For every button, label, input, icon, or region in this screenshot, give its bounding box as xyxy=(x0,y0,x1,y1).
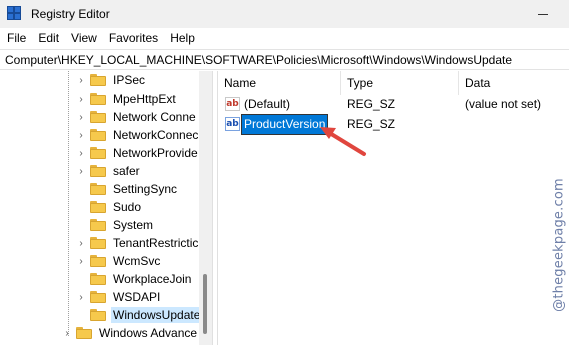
tree-item-network-conne[interactable]: › Network Conne xyxy=(76,108,198,126)
tree-item-networkconnec[interactable]: › NetworkConnec xyxy=(76,126,200,144)
folder-icon xyxy=(90,237,106,249)
folder-icon xyxy=(90,309,106,321)
expand-chevron-icon[interactable]: › xyxy=(76,144,86,162)
tree-item-settingsync[interactable]: SettingSync xyxy=(76,180,179,198)
annotation-arrow-icon xyxy=(320,127,366,156)
tree-item-label: SettingSync xyxy=(113,182,178,196)
tree-item-label: NetworkProvide xyxy=(113,146,198,160)
ab-string-icon: ab xyxy=(225,97,240,111)
tree-item-workplacejoin[interactable]: WorkplaceJoin xyxy=(76,270,193,288)
expand-chevron-icon[interactable]: › xyxy=(76,90,86,108)
tree-item-label: IPSec xyxy=(113,73,146,87)
values-list: Name Type Data ab (Default) REG_SZ (valu… xyxy=(218,71,569,345)
tree-item-windows-advance[interactable]: › Windows Advance xyxy=(62,324,199,342)
watermark-text: @thegeekpage.com xyxy=(551,178,567,312)
tree-guide-line xyxy=(68,71,69,336)
folder-icon xyxy=(90,273,106,285)
tree-item-label: NetworkConnec xyxy=(113,128,199,142)
address-bar[interactable]: Computer\HKEY_LOCAL_MACHINE\SOFTWARE\Pol… xyxy=(0,49,569,70)
scrollbar-thumb[interactable] xyxy=(203,274,207,334)
folder-icon xyxy=(90,147,106,159)
tree-item-label: WindowsUpdate xyxy=(111,307,203,323)
column-header-data[interactable]: Data xyxy=(459,71,569,95)
folder-icon xyxy=(90,255,106,267)
menu-view[interactable]: View xyxy=(65,28,103,49)
expand-chevron-icon[interactable]: › xyxy=(76,288,86,306)
registry-editor-icon xyxy=(7,6,23,22)
tree-item-system[interactable]: System xyxy=(76,216,155,234)
ab-string-icon: ab xyxy=(225,117,240,131)
folder-icon xyxy=(90,129,106,141)
value-row-default[interactable]: ab (Default) REG_SZ (value not set) xyxy=(218,95,569,114)
tree-item-label: WcmSvc xyxy=(113,254,161,268)
tree-item-label: Windows Advance xyxy=(99,326,198,340)
expand-chevron-icon[interactable]: › xyxy=(62,324,72,342)
title-bar: Registry Editor xyxy=(0,0,569,28)
menu-favorites[interactable]: Favorites xyxy=(103,28,164,49)
key-tree: › IPSec › MpeHttpExt › Network Conne › N… xyxy=(0,71,212,345)
watermark: @thegeekpage.com xyxy=(551,150,567,340)
tree-item-wcmsvc[interactable]: › WcmSvc xyxy=(76,252,162,270)
expand-chevron-icon[interactable]: › xyxy=(76,234,86,252)
expand-chevron-icon[interactable]: › xyxy=(76,252,86,270)
folder-icon xyxy=(90,183,106,195)
expand-chevron-icon[interactable]: › xyxy=(76,126,86,144)
tree-item-safer[interactable]: › safer xyxy=(76,162,142,180)
tree-item-label: WorkplaceJoin xyxy=(113,272,192,286)
menu-file[interactable]: File xyxy=(0,28,32,49)
tree-item-label: safer xyxy=(113,164,140,178)
expand-chevron-icon[interactable]: › xyxy=(76,162,86,180)
menu-edit[interactable]: Edit xyxy=(32,28,65,49)
expander-placeholder xyxy=(76,180,86,198)
tree-item-windowsupdate[interactable]: WindowsUpdate xyxy=(76,306,203,324)
tree-item-tenantrestrictic[interactable]: › TenantRestrictic xyxy=(76,234,200,252)
expander-placeholder xyxy=(76,216,86,234)
address-path: Computer\HKEY_LOCAL_MACHINE\SOFTWARE\Pol… xyxy=(5,52,513,67)
minimize-button[interactable] xyxy=(531,6,555,22)
folder-icon xyxy=(90,165,106,177)
value-row-productversion[interactable]: ab ProductVersion REG_SZ xyxy=(218,114,569,135)
folder-icon xyxy=(90,291,106,303)
value-data: (value not set) xyxy=(465,97,542,111)
folder-icon xyxy=(90,74,106,86)
tree-item-wsdapi[interactable]: › WSDAPI xyxy=(76,288,162,306)
tree-item-label: MpeHttpExt xyxy=(113,92,176,106)
tree-item-label: Sudo xyxy=(113,200,142,214)
tree-item-label: TenantRestrictic xyxy=(113,236,199,250)
expander-placeholder xyxy=(76,306,86,324)
tree-item-label: Network Conne xyxy=(113,110,196,124)
folder-icon xyxy=(76,327,92,339)
menu-help[interactable]: Help xyxy=(164,28,201,49)
folder-icon xyxy=(90,219,106,231)
rename-input[interactable]: ProductVersion xyxy=(240,114,329,135)
expander-placeholder xyxy=(76,270,86,288)
value-name: (Default) xyxy=(244,97,291,111)
menu-bar: File Edit View Favorites Help xyxy=(0,28,569,49)
tree-scrollbar[interactable] xyxy=(199,71,212,345)
expand-chevron-icon[interactable]: › xyxy=(76,71,86,89)
tree-item-label: System xyxy=(113,218,154,232)
tree-item-mpehttpext[interactable]: › MpeHttpExt xyxy=(76,90,178,108)
value-type: REG_SZ xyxy=(347,97,396,111)
tree-item-networkprovide[interactable]: › NetworkProvide xyxy=(76,144,200,162)
folder-icon xyxy=(90,93,106,105)
tree-item-sudo[interactable]: Sudo xyxy=(76,198,143,216)
tree-item-label: WSDAPI xyxy=(113,290,161,304)
minimize-icon xyxy=(538,13,548,15)
column-header-type[interactable]: Type xyxy=(341,71,459,95)
folder-icon xyxy=(90,111,106,123)
expand-chevron-icon[interactable]: › xyxy=(76,108,86,126)
window-title: Registry Editor xyxy=(31,7,110,21)
tree-item-ipsec[interactable]: › IPSec xyxy=(76,71,147,89)
folder-icon xyxy=(90,201,106,213)
column-header-name[interactable]: Name xyxy=(218,71,341,95)
expander-placeholder xyxy=(76,198,86,216)
